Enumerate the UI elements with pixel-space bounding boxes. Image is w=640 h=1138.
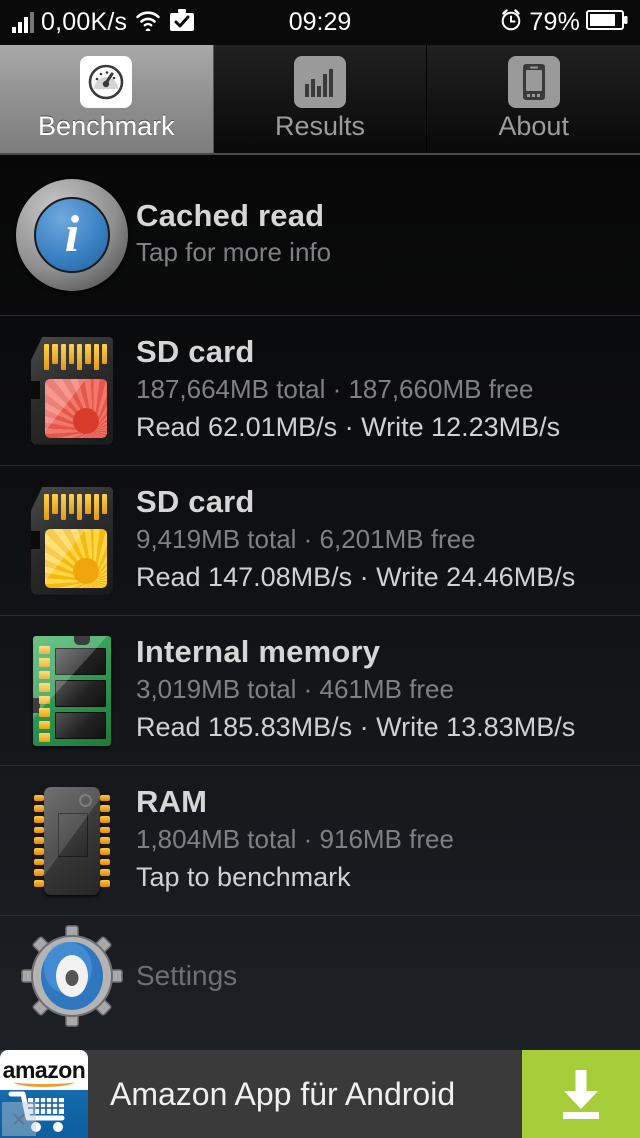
benchmark-list: i Cached read Tap for more info SD card … bbox=[0, 155, 640, 1050]
list-item-cached-read[interactable]: i Cached read Tap for more info bbox=[0, 155, 640, 316]
cached-read-icon-wrap: i bbox=[14, 175, 130, 295]
bar-chart-icon bbox=[294, 56, 346, 109]
tab-results-label: Results bbox=[274, 111, 366, 142]
speedometer-icon bbox=[80, 56, 133, 109]
ram-icon-wrap bbox=[14, 781, 130, 901]
download-icon bbox=[563, 1070, 599, 1119]
cached-read-subtitle: Tap for more info bbox=[136, 237, 332, 268]
sd-card-1-title: SD card bbox=[136, 334, 255, 370]
settings-label: Settings bbox=[136, 960, 238, 991]
list-item-sd-card-1[interactable]: SD card 187,664MB total · 187,660MB free… bbox=[0, 316, 640, 466]
app-root: 0,00K/s 09:29 79% Benchmark Results Abou… bbox=[0, 0, 640, 1138]
status-bar-right: 79% bbox=[499, 8, 628, 37]
settings-text: Settings bbox=[130, 960, 626, 992]
alarm-clock-icon bbox=[499, 8, 523, 37]
sd-card-icon bbox=[31, 486, 113, 595]
sd-card-icon bbox=[31, 336, 113, 445]
ram-title: RAM bbox=[136, 784, 208, 820]
amazon-cart-icon: amazon × bbox=[0, 1050, 88, 1138]
memory-module-icon bbox=[33, 635, 111, 746]
status-bar: 0,00K/s 09:29 79% bbox=[0, 0, 640, 45]
ram-detail: Tap to benchmark bbox=[136, 861, 351, 892]
ram-capacity: 1,804MB total · 916MB free bbox=[136, 824, 454, 855]
cached-read-title: Cached read bbox=[136, 197, 325, 233]
ad-download-button[interactable] bbox=[522, 1050, 640, 1138]
ad-text: Amazon App für Android bbox=[110, 1075, 456, 1112]
cached-read-text: Cached read Tap for more info bbox=[130, 198, 626, 272]
tab-bar: Benchmark Results About bbox=[0, 45, 640, 155]
amazon-wordmark: amazon bbox=[0, 1050, 88, 1090]
clock-label: 09:29 bbox=[288, 8, 352, 36]
sd-card-2-detail: Read 147.08MB/s · Write 24.46MB/s bbox=[136, 561, 576, 592]
tab-benchmark-label: Benchmark bbox=[38, 111, 175, 142]
amazon-smile-icon bbox=[14, 1077, 74, 1087]
gear-icon bbox=[20, 924, 124, 1028]
tab-benchmark[interactable]: Benchmark bbox=[0, 45, 214, 153]
sd-card-2-title: SD card bbox=[136, 484, 255, 520]
list-item-ram[interactable]: RAM 1,804MB total · 916MB free Tap to be… bbox=[0, 766, 640, 916]
battery-percent-label: 79% bbox=[529, 8, 580, 36]
info-icon-glyph: i bbox=[34, 197, 110, 273]
tab-results[interactable]: Results bbox=[213, 45, 428, 153]
ad-banner[interactable]: amazon × Amazon App für Android bbox=[0, 1050, 640, 1138]
tab-about-label: About bbox=[498, 111, 569, 142]
info-icon: i bbox=[16, 179, 128, 291]
phone-icon bbox=[507, 56, 560, 109]
settings-icon-wrap bbox=[14, 916, 130, 1036]
ram-chip-icon bbox=[34, 786, 110, 895]
internal-memory-icon-wrap bbox=[14, 631, 130, 751]
internal-memory-detail: Read 185.83MB/s · Write 13.83MB/s bbox=[136, 711, 576, 742]
internal-memory-title: Internal memory bbox=[136, 634, 381, 670]
list-item-internal-memory[interactable]: Internal memory 3,019MB total · 461MB fr… bbox=[0, 616, 640, 766]
sd-card-2-capacity: 9,419MB total · 6,201MB free bbox=[136, 524, 476, 555]
ad-close-button[interactable]: × bbox=[2, 1102, 36, 1136]
tab-about[interactable]: About bbox=[427, 45, 640, 153]
internal-memory-text: Internal memory 3,019MB total · 461MB fr… bbox=[130, 634, 626, 746]
list-item-settings[interactable]: Settings bbox=[0, 916, 640, 1036]
sd-card-1-detail: Read 62.01MB/s · Write 12.23MB/s bbox=[136, 411, 561, 442]
list-item-sd-card-2[interactable]: SD card 9,419MB total · 6,201MB free Rea… bbox=[0, 466, 640, 616]
sd-card-2-text: SD card 9,419MB total · 6,201MB free Rea… bbox=[130, 484, 626, 596]
sd-card-1-icon-wrap bbox=[14, 331, 130, 451]
battery-icon bbox=[586, 9, 628, 36]
ram-text: RAM 1,804MB total · 916MB free Tap to be… bbox=[130, 784, 626, 896]
sd-card-2-icon-wrap bbox=[14, 481, 130, 601]
sd-card-1-text: SD card 187,664MB total · 187,660MB free… bbox=[130, 334, 626, 446]
internal-memory-capacity: 3,019MB total · 461MB free bbox=[136, 674, 454, 705]
sd-card-1-capacity: 187,664MB total · 187,660MB free bbox=[136, 374, 534, 405]
